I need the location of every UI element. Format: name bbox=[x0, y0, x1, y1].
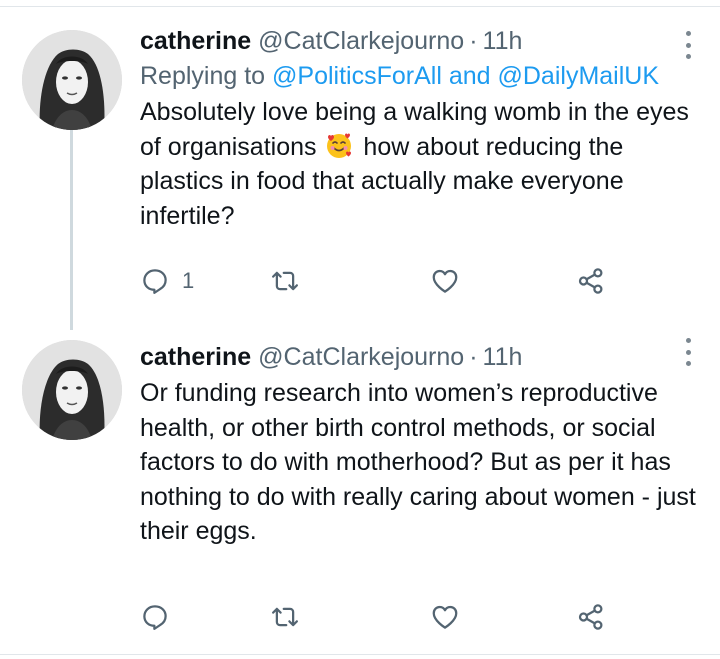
header-separator: · bbox=[469, 27, 478, 55]
like-button[interactable] bbox=[430, 264, 460, 298]
tweet-actions: 1 bbox=[140, 264, 640, 298]
more-dot bbox=[686, 42, 691, 48]
more-dot bbox=[686, 361, 691, 366]
tweet-1[interactable]: catherine @CatClarkejourno · 11h Replyin… bbox=[0, 0, 720, 330]
avatar[interactable] bbox=[22, 340, 122, 440]
reply-button[interactable] bbox=[140, 600, 182, 634]
display-name[interactable]: catherine bbox=[140, 340, 251, 374]
tweet-header: catherine @CatClarkejourno · 11h bbox=[140, 24, 700, 58]
more-dot bbox=[686, 54, 691, 59]
reply-button[interactable]: 1 bbox=[140, 264, 194, 298]
share-icon bbox=[578, 604, 603, 630]
smiling-face-with-hearts-icon bbox=[327, 132, 352, 158]
tweet-content: catherine @CatClarkejourno · 11h Or fund… bbox=[140, 340, 700, 549]
tweet-actions bbox=[140, 600, 640, 634]
user-handle[interactable]: @CatClarkejourno bbox=[258, 24, 464, 58]
tweet-2[interactable]: catherine @CatClarkejourno · 11h Or fund… bbox=[0, 330, 720, 659]
share-icon bbox=[578, 268, 603, 294]
avatar[interactable] bbox=[22, 30, 122, 130]
share-button[interactable] bbox=[576, 600, 606, 634]
retweet-button[interactable] bbox=[270, 264, 300, 298]
avatar-photo bbox=[22, 30, 122, 130]
user-handle[interactable]: @CatClarkejourno bbox=[258, 340, 464, 374]
display-name[interactable]: catherine bbox=[140, 24, 251, 58]
tweet-text: Or funding research into women’s reprodu… bbox=[140, 379, 696, 545]
heart-icon bbox=[432, 605, 458, 629]
header-separator: · bbox=[469, 343, 478, 371]
tweet-text: Absolutely love being a walking womb in … bbox=[140, 95, 700, 233]
mention-link-dailymailuk[interactable]: @DailyMailUK bbox=[498, 62, 660, 90]
retweet-icon bbox=[272, 607, 298, 627]
like-button[interactable] bbox=[430, 600, 460, 634]
replying-to-line: Replying to @PoliticsForAll and @DailyMa… bbox=[140, 58, 700, 94]
tweet-header: catherine @CatClarkejourno · 11h bbox=[140, 340, 700, 374]
retweet-icon bbox=[272, 271, 298, 291]
replying-to-label: Replying to bbox=[140, 62, 273, 90]
reply-count: 1 bbox=[182, 268, 195, 293]
more-options-button[interactable] bbox=[686, 31, 692, 59]
share-button[interactable] bbox=[576, 264, 606, 298]
retweet-button[interactable] bbox=[270, 600, 300, 634]
more-dot bbox=[686, 31, 691, 36]
timestamp[interactable]: 11h bbox=[483, 340, 523, 374]
more-options-button[interactable] bbox=[686, 338, 692, 366]
bottom-divider bbox=[0, 654, 720, 655]
more-dot bbox=[686, 349, 691, 355]
heart-icon bbox=[432, 269, 458, 293]
timestamp[interactable]: 11h bbox=[483, 24, 523, 58]
avatar-photo bbox=[22, 340, 122, 440]
more-dot bbox=[686, 338, 691, 343]
replying-and-word: and bbox=[441, 62, 498, 90]
reply-icon bbox=[143, 269, 167, 294]
tweet-content: catherine @CatClarkejourno · 11h Replyin… bbox=[140, 24, 700, 233]
reply-icon bbox=[143, 605, 167, 630]
mention-link-politicsforall[interactable]: @PoliticsForAll bbox=[272, 62, 442, 90]
